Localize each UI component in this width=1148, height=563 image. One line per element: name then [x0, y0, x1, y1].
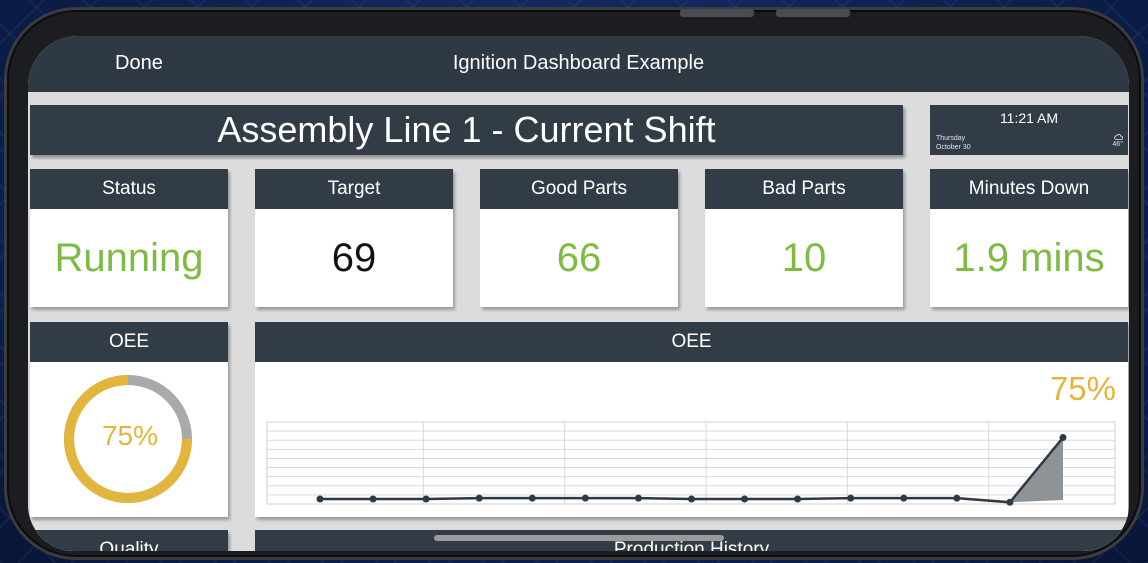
app-screen: Done Ignition Dashboard Example Assembly… — [28, 36, 1129, 551]
clock-temperature: 46° — [1112, 141, 1123, 148]
tile-label: Good Parts — [480, 169, 678, 209]
chart-point — [1006, 498, 1014, 506]
bad-parts-value: 10 — [781, 236, 827, 280]
clock-weather: 46° — [1112, 134, 1123, 149]
good-parts-tile: Good Parts 66 — [480, 169, 678, 307]
chart-point — [794, 495, 802, 503]
chart-point — [688, 495, 695, 503]
oee-gauge-label: OEE — [30, 322, 228, 362]
oee-gauge-value: 75% — [101, 420, 159, 451]
clock-date-text: October 30 — [936, 144, 971, 151]
chart-point — [741, 495, 749, 503]
chart-point — [634, 494, 642, 502]
clock-time: 11:21 AM — [999, 110, 1059, 126]
minutes-down-value: 1.9 mins — [953, 236, 1105, 280]
tile-label: Minutes Down — [930, 169, 1128, 209]
chart-point — [581, 494, 589, 502]
tile-label: Bad Parts — [705, 169, 903, 209]
oee-trend-chart — [266, 421, 1116, 506]
chart-point — [953, 494, 961, 502]
volume-down-button — [776, 9, 850, 17]
clock-widget: 11:21 AM Thursday October 30 46° — [930, 105, 1128, 155]
page-title: Assembly Line 1 - Current Shift — [30, 105, 903, 155]
oee-trend-label: OEE — [255, 322, 1128, 362]
chart-point — [1059, 434, 1067, 441]
tile-label: Target — [255, 169, 453, 209]
oee-trend-card: OEE 75% — [255, 322, 1128, 517]
good-parts-value: 66 — [556, 236, 602, 280]
clock-weekday: Thursday — [936, 135, 966, 142]
oee-gauge-card: OEE 75% — [30, 322, 228, 517]
bad-parts-tile: Bad Parts 10 — [705, 169, 903, 307]
home-indicator[interactable] — [434, 535, 724, 541]
quality-card: Quality — [30, 530, 228, 551]
target-tile: Target 69 — [255, 169, 453, 307]
navigation-bar: Done Ignition Dashboard Example — [28, 36, 1129, 92]
target-value: 69 — [331, 236, 377, 280]
chart-point — [422, 495, 430, 503]
chart-point — [475, 494, 483, 502]
status-tile: Status Running — [30, 169, 228, 307]
phone-frame: Done Ignition Dashboard Example Assembly… — [4, 7, 1144, 560]
chart-point — [847, 494, 855, 502]
chart-point — [316, 495, 324, 503]
chart-point — [900, 494, 908, 502]
minutes-down-tile: Minutes Down 1.9 mins — [930, 169, 1128, 307]
chart-plot-area — [266, 421, 1116, 505]
chart-point — [528, 494, 536, 502]
tile-label: Status — [30, 169, 228, 209]
quality-label: Quality — [30, 530, 228, 551]
clock-date: Thursday October 30 — [936, 134, 971, 152]
chart-point — [369, 495, 377, 503]
nav-title: Ignition Dashboard Example — [452, 52, 705, 74]
status-value: Running — [54, 236, 204, 280]
oee-donut: 75% — [30, 362, 230, 517]
volume-up-button — [680, 9, 754, 17]
